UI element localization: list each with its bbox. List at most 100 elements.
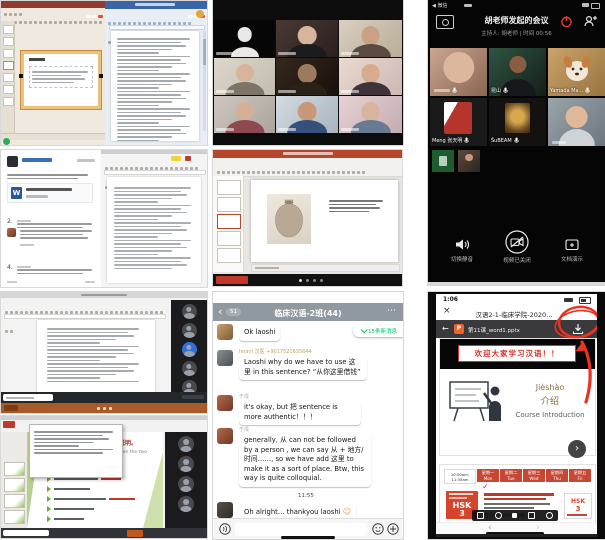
window-top <box>101 150 207 154</box>
mic-icon <box>452 87 457 94</box>
action-label: 文档演示 <box>552 255 592 263</box>
more-icon[interactable]: ⋯ <box>583 307 591 316</box>
camera-off-button[interactable]: 视频已关闭 <box>494 230 540 264</box>
taskbar-icons[interactable] <box>15 139 105 145</box>
participant-cam[interactable] <box>182 304 197 319</box>
participant-tile-small[interactable] <box>458 150 480 172</box>
back-to-app-label[interactable]: ◀ 微信 <box>432 2 447 9</box>
word-page[interactable] <box>111 31 199 141</box>
chat-bubble[interactable]: it's okay, but 把 sentence is more authen… <box>239 400 361 425</box>
participant-cam[interactable] <box>178 476 194 492</box>
next-slide-button[interactable]: › <box>568 440 586 458</box>
selection-handle-right[interactable] <box>99 74 103 78</box>
slide-thumbnail-rail[interactable] <box>1 432 28 528</box>
participant-cam[interactable] <box>178 456 194 472</box>
window-title-placeholder <box>135 3 175 6</box>
viewer-toolbar-overlay[interactable] <box>472 510 558 521</box>
ribbon-icons[interactable] <box>3 10 103 48</box>
participant-cam[interactable] <box>182 323 197 338</box>
panel-feed-and-word: W 2. 4. <box>1 150 207 287</box>
selection-handle-left[interactable] <box>19 74 23 78</box>
file-attachment-card[interactable]: W <box>7 183 93 203</box>
taskbar-search-input[interactable] <box>3 530 49 536</box>
participant-cam[interactable] <box>182 361 197 376</box>
active-taskbar-app[interactable] <box>216 276 248 284</box>
reply-item: 2. <box>7 208 95 230</box>
slide-textbox[interactable] <box>29 66 93 88</box>
participant-tile[interactable]: 昆山 <box>489 48 546 96</box>
participant-tile[interactable]: ŜuBEAM <box>489 98 546 146</box>
message-input[interactable] <box>235 523 367 536</box>
video-tile[interactable] <box>214 96 275 133</box>
download-icon[interactable] <box>572 323 584 335</box>
emoji-icon[interactable] <box>372 523 384 535</box>
file-name: 第11课_word1.pptx <box>468 326 520 334</box>
add-participant-icon[interactable] <box>583 15 597 28</box>
poster-avatar[interactable] <box>7 156 18 167</box>
chat-bubble[interactable]: Laoshi why do we have to use 这里 in this … <box>239 355 367 380</box>
reply-time-placeholder <box>17 266 31 268</box>
video-tile[interactable] <box>214 20 275 57</box>
video-tile[interactable] <box>276 58 338 95</box>
vase-photo <box>267 194 311 244</box>
notes-pane[interactable] <box>251 264 400 272</box>
word-title-bar <box>105 1 207 9</box>
more-icon[interactable]: ⋯ <box>387 306 396 316</box>
video-tile[interactable] <box>339 96 402 133</box>
avatar[interactable] <box>217 350 233 366</box>
participant-tile[interactable]: Meng 张天明 <box>430 98 487 146</box>
avatar[interactable] <box>217 324 233 340</box>
participant-cam[interactable] <box>178 436 194 452</box>
avatar[interactable] <box>217 395 233 411</box>
slide-thumbnail-panel[interactable] <box>213 176 244 272</box>
phone-bottom-edge <box>436 534 597 537</box>
participant-cam-active[interactable] <box>182 342 197 357</box>
back-arrow-icon[interactable]: ← <box>442 324 449 333</box>
poster-name-placeholder[interactable] <box>22 158 52 162</box>
bullet-icon <box>47 506 51 512</box>
slide-canvas[interactable] <box>251 180 398 262</box>
active-taskbar-app[interactable] <box>127 530 143 537</box>
avatar[interactable] <box>217 428 233 444</box>
windows-taskbar <box>1 392 207 403</box>
slide-canvas[interactable] <box>21 51 101 109</box>
end-meeting-button[interactable] <box>560 15 573 28</box>
taskbar-icons[interactable] <box>55 530 125 538</box>
close-icon[interactable]: × <box>443 306 451 316</box>
pager-placeholder[interactable] <box>7 281 17 284</box>
highlighted-ribbon-button[interactable] <box>196 10 204 18</box>
context-popup[interactable] <box>29 424 123 478</box>
app-menu-button[interactable] <box>3 421 15 428</box>
word-page[interactable] <box>107 177 201 283</box>
participant-tile[interactable] <box>430 48 487 96</box>
video-tile[interactable] <box>276 96 338 133</box>
video-tile[interactable] <box>276 20 338 57</box>
video-tile[interactable] <box>339 20 402 57</box>
participant-tile[interactable] <box>548 98 605 146</box>
new-messages-pill[interactable]: 15条新消息 <box>353 325 403 337</box>
scrollbar[interactable] <box>203 31 206 131</box>
video-tile[interactable] <box>214 58 275 95</box>
participant-cam[interactable] <box>178 496 194 512</box>
participant-tile[interactable]: Yamada Ma... <box>548 48 605 96</box>
font-color-button[interactable] <box>185 156 191 161</box>
taskbar-search-input[interactable] <box>3 394 53 401</box>
toggle-speaker-button[interactable]: 切换静音 <box>442 238 482 263</box>
highlight-color-button[interactable] <box>171 156 181 161</box>
system-tray[interactable] <box>182 395 204 399</box>
avatar[interactable] <box>217 502 233 518</box>
mic-icon <box>585 87 590 94</box>
chat-bubble[interactable]: Ok laoshi <box>239 325 280 341</box>
chat-bubble[interactable]: generally, 从 can not be followed by a pe… <box>239 433 371 487</box>
document-present-button[interactable]: 文档演示 <box>552 238 592 263</box>
word-page[interactable] <box>37 320 155 392</box>
video-tile[interactable] <box>339 58 402 95</box>
slide-thumbnail-rail[interactable] <box>1 21 15 133</box>
ruler <box>4 314 166 319</box>
pager-placeholder[interactable] <box>85 281 95 284</box>
voice-input-icon[interactable] <box>219 523 231 535</box>
green-app-icon[interactable] <box>3 138 10 145</box>
participant-tile-small[interactable] <box>432 150 454 172</box>
plus-icon[interactable] <box>387 523 399 535</box>
chevron-down-icon <box>361 326 368 333</box>
